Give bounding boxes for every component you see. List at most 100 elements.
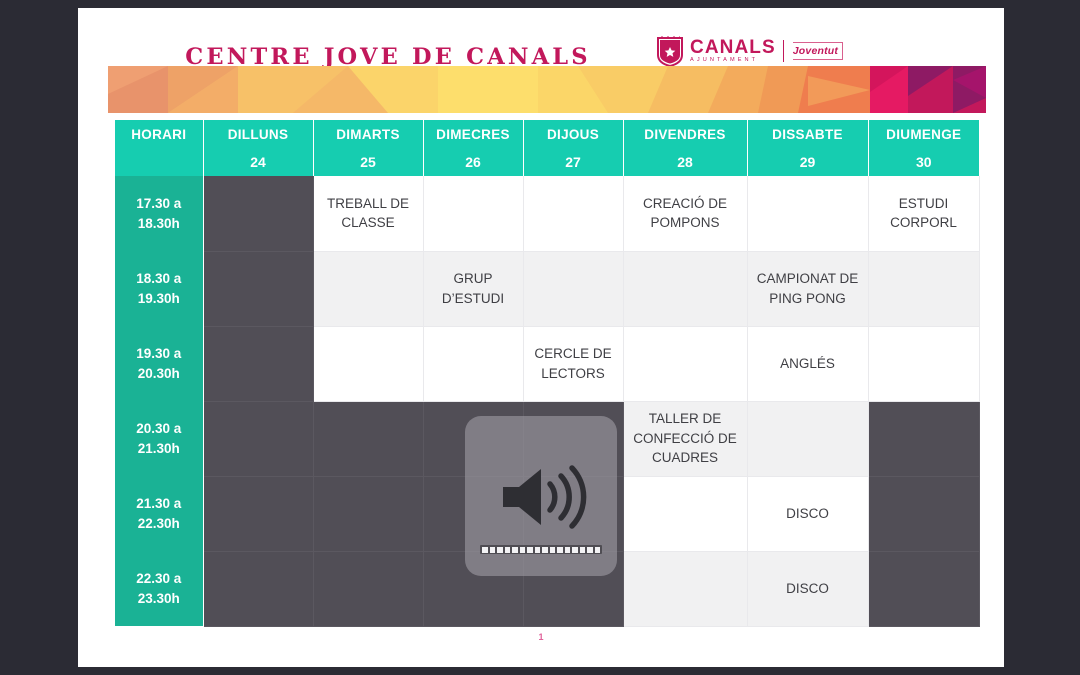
empty-cell [203, 401, 314, 477]
volume-segment [572, 546, 578, 553]
table-row: 19.30 a 20.30h CERCLE DE LECTORS ANGLÉS [115, 326, 980, 402]
empty-cell [203, 326, 314, 402]
activity-cell: DISCO [747, 551, 869, 627]
activity-cell: TALLER DE CONFECCIÓ DE CUADRES [623, 401, 748, 477]
volume-segment [549, 546, 555, 553]
volume-segment [534, 546, 540, 553]
activity-cell: TREBALL DE CLASSE [313, 176, 424, 252]
coat-of-arms-icon [655, 35, 685, 68]
header-day-divendres: DIVENDRES [623, 120, 748, 148]
volume-segment [482, 546, 488, 553]
header-date-29: 29 [747, 148, 869, 176]
empty-cell [623, 551, 748, 627]
header-day-dimarts: DIMARTS [313, 120, 424, 148]
empty-cell [203, 476, 314, 552]
empty-cell [313, 551, 424, 627]
activity-cell: GRUP D’ESTUDI [423, 251, 524, 327]
volume-level-bar [480, 545, 602, 554]
schedule-header: HORARI DILLUNS DIMARTS DIMECRES DIJOUS D… [115, 120, 979, 176]
volume-segment [542, 546, 548, 553]
empty-cell [203, 251, 314, 327]
time-slot-start: 17.30 a [136, 195, 182, 211]
empty-cell [423, 326, 524, 402]
activity-cell: ANGLÉS [747, 326, 869, 402]
page-number: 1 [538, 632, 544, 642]
header-day-dissabte: DISSABTE [747, 120, 869, 148]
volume-segment [564, 546, 570, 553]
table-row: 17.30 a 18.30h TREBALL DE CLASSE CREACIÓ DE… [115, 176, 980, 252]
time-slot-end: 21.30h [137, 440, 180, 456]
volume-segment [504, 546, 510, 553]
decorative-banner [108, 66, 986, 113]
volume-segment [579, 546, 585, 553]
activity-cell: CAMPIONAT DE PING PONG [747, 251, 869, 327]
empty-cell [523, 176, 624, 252]
time-slot-start: 18.30 a [136, 270, 182, 286]
empty-cell [313, 326, 424, 402]
header-date-27: 27 [523, 148, 624, 176]
volume-segment [527, 546, 533, 553]
empty-cell [423, 176, 524, 252]
speaker-volume-icon [495, 460, 587, 539]
header-date-28: 28 [623, 148, 748, 176]
volume-segment [489, 546, 495, 553]
volume-segment [497, 546, 503, 553]
header-day-dilluns: DILLUNS [203, 120, 314, 148]
volume-segment [557, 546, 563, 553]
volume-segment [587, 546, 593, 553]
empty-cell [623, 476, 748, 552]
table-row: 18.30 a 19.30h GRUP D’ESTUDI CAMPIONAT DE P… [115, 251, 980, 327]
time-slot-start: 22.30 a [136, 570, 182, 586]
time-slot-label: 20.30 a 21.30h [115, 401, 204, 476]
empty-cell [313, 476, 424, 552]
empty-cell [623, 251, 748, 327]
activity-cell: CERCLE DE LECTORS [523, 326, 624, 402]
volume-osd-overlay [465, 416, 617, 576]
header-day-dimecres: DIMECRES [423, 120, 524, 148]
activity-cell: ESTUDI CORPORL [868, 176, 980, 252]
empty-cell [523, 251, 624, 327]
empty-cell [868, 326, 980, 402]
logo-department: Joventut [792, 42, 844, 60]
time-slot-label: 22.30 a 23.30h [115, 551, 204, 626]
time-slot-label: 19.30 a 20.30h [115, 326, 204, 401]
time-slot-end: 18.30h [137, 215, 180, 231]
logo-wordmark: CANALS AJUNTAMENT [690, 38, 776, 64]
time-slot-label: 17.30 a 18.30h [115, 176, 204, 251]
header-date-30: 30 [868, 148, 979, 176]
empty-cell [747, 176, 869, 252]
activity-cell: DISCO [747, 476, 869, 552]
time-slot-end: 20.30h [137, 365, 180, 381]
empty-cell [868, 551, 980, 627]
header-date-26: 26 [423, 148, 524, 176]
empty-cell [868, 401, 980, 477]
time-slot-start: 19.30 a [136, 345, 182, 361]
empty-cell [747, 401, 869, 477]
time-slot-start: 21.30 a [136, 495, 182, 511]
time-slot-end: 19.30h [137, 290, 180, 306]
empty-cell [868, 251, 980, 327]
screen: CENTRE JOVE DE CANALS CANALS AJUNTAMENT … [0, 0, 1080, 675]
header-row-dates: 24 25 26 27 28 29 30 [115, 148, 979, 176]
volume-segment [519, 546, 525, 553]
logo-subtitle: AJUNTAMENT [690, 57, 759, 64]
empty-cell [623, 326, 748, 402]
time-slot-label: 18.30 a 19.30h [115, 251, 204, 326]
header-horari: HORARI [115, 120, 204, 148]
activity-cell: CREACIÓ DE POMPONS [623, 176, 748, 252]
time-slot-label: 21.30 a 22.30h [115, 476, 204, 551]
canals-ajuntament-logo: CANALS AJUNTAMENT Joventut [655, 34, 844, 68]
header-day-diumenge: DIUMENGE [868, 120, 979, 148]
empty-cell [313, 401, 424, 477]
header-day-dijous: DIJOUS [523, 120, 624, 148]
header-date-blank [115, 148, 204, 176]
logo-name: CANALS [690, 37, 776, 59]
header-row-days: HORARI DILLUNS DIMARTS DIMECRES DIJOUS D… [115, 120, 979, 148]
volume-segment [594, 546, 600, 553]
logo-divider [782, 40, 784, 62]
empty-cell [203, 551, 314, 627]
time-slot-end: 23.30h [137, 590, 180, 606]
volume-segment [512, 546, 518, 553]
time-slot-start: 20.30 a [136, 420, 182, 436]
empty-cell [313, 251, 424, 327]
